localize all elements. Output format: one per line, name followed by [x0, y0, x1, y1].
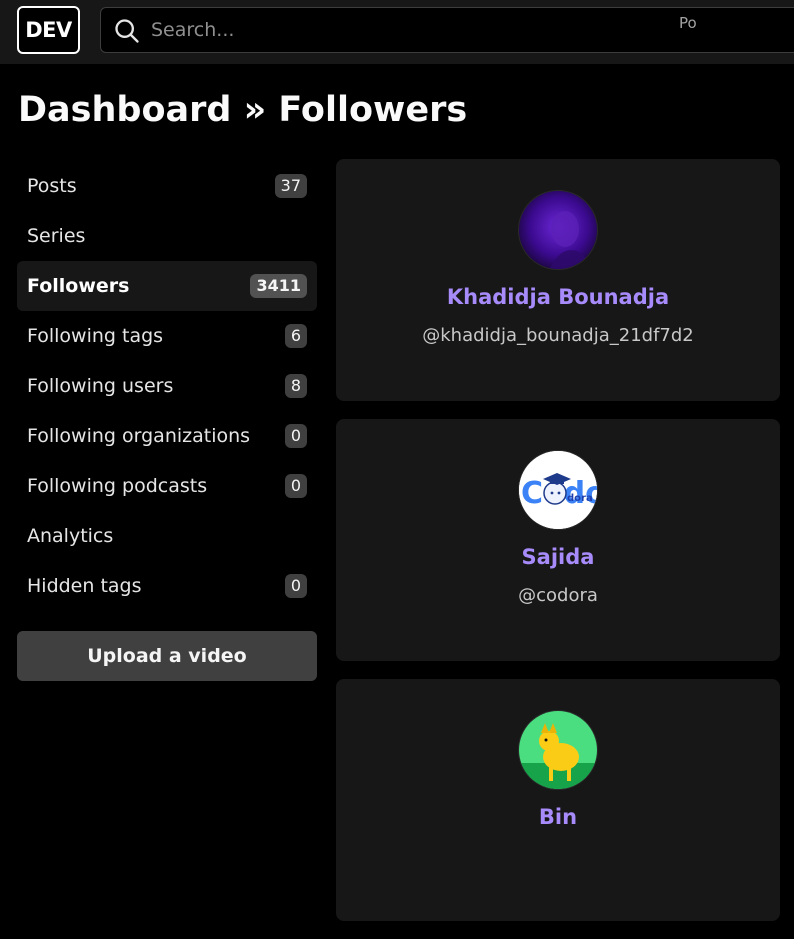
dog-icon: [519, 711, 597, 789]
count-badge: 0: [284, 424, 307, 448]
top-header: DEV Po: [0, 0, 794, 64]
sidebar-item-following-tags[interactable]: Following tags 6: [17, 311, 317, 361]
follower-handle: @codora: [518, 585, 598, 606]
purple-portrait-avatar-icon: [519, 191, 597, 269]
sidebar-item-label: Hidden tags: [27, 575, 142, 597]
sidebar-item-analytics[interactable]: Analytics: [17, 511, 317, 561]
sidebar-item-following-podcasts[interactable]: Following podcasts 0: [17, 461, 317, 511]
dashboard-sidebar: Posts 37 Series Followers 3411 Following…: [17, 161, 317, 681]
sidebar-item-label: Posts: [27, 175, 77, 197]
sidebar-item-label: Analytics: [27, 525, 114, 547]
sidebar-item-following-users[interactable]: Following users 8: [17, 361, 317, 411]
follower-card[interactable]: Khadidja Bounadja @khadidja_bounadja_21d…: [336, 159, 780, 401]
count-badge: 0: [284, 474, 307, 498]
count-badge: 8: [284, 374, 307, 398]
follower-name[interactable]: Sajida: [336, 545, 780, 569]
sidebar-item-label: Following organizations: [27, 425, 251, 447]
dev-logo[interactable]: DEV: [17, 6, 80, 54]
upload-video-button[interactable]: Upload a video: [17, 631, 317, 681]
sidebar-item-label: Following podcasts: [27, 475, 208, 497]
sidebar-item-series[interactable]: Series: [17, 211, 317, 261]
follower-handle: @khadidja_bounadja_21df7d2: [422, 325, 694, 346]
avatar[interactable]: [518, 190, 598, 270]
search-input[interactable]: [151, 8, 751, 52]
codora-logo-icon: Codora dora: [519, 451, 597, 529]
avatar[interactable]: [518, 710, 598, 790]
count-badge: 0: [284, 574, 307, 598]
sidebar-item-label: Followers: [27, 275, 130, 297]
follower-card[interactable]: Bin: [336, 679, 780, 921]
sidebar-item-posts[interactable]: Posts 37: [17, 161, 317, 211]
follower-name[interactable]: Khadidja Bounadja: [336, 285, 780, 309]
svg-text:dora: dora: [567, 493, 593, 504]
sidebar-item-label: Series: [27, 225, 86, 247]
avatar[interactable]: Codora dora: [518, 450, 598, 530]
count-badge: 37: [274, 174, 307, 198]
sidebar-item-hidden-tags[interactable]: Hidden tags 0: [17, 561, 317, 611]
page-title: Dashboard » Followers: [18, 90, 468, 130]
sidebar-item-label: Following users: [27, 375, 174, 397]
count-badge: 6: [284, 324, 307, 348]
follower-name[interactable]: Bin: [336, 805, 780, 829]
count-badge: 3411: [250, 274, 307, 298]
followers-list: Khadidja Bounadja @khadidja_bounadja_21d…: [336, 159, 780, 939]
search-hint-text: Po: [679, 14, 697, 32]
sidebar-item-following-organizations[interactable]: Following organizations 0: [17, 411, 317, 461]
search-icon: [115, 19, 139, 43]
sidebar-item-followers[interactable]: Followers 3411: [17, 261, 317, 311]
sidebar-item-label: Following tags: [27, 325, 164, 347]
follower-card[interactable]: Codora dora Sajida @codora: [336, 419, 780, 661]
